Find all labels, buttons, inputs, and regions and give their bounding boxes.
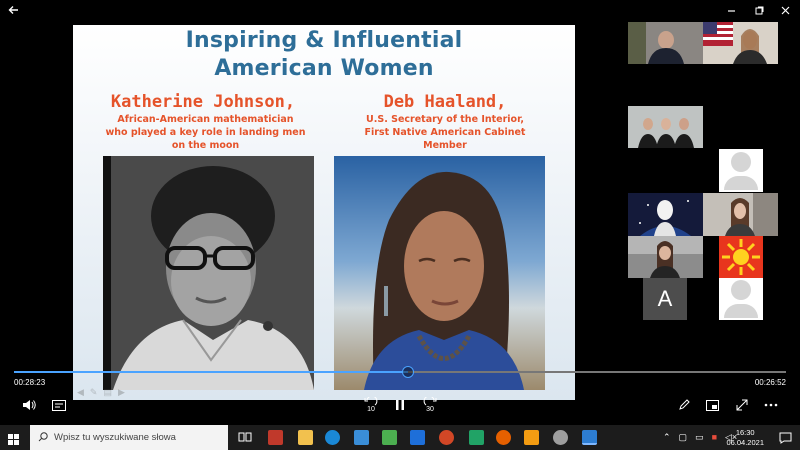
taskbar-search-box[interactable]: Wpisz tu wyszukiwane słowa	[30, 425, 228, 450]
total-duration: 00:26:52	[754, 378, 786, 387]
app-icon-orange[interactable]	[524, 430, 539, 445]
right-desc-line2: First Native American Cabinet	[364, 127, 526, 138]
app-tray-icon[interactable]: ■	[712, 432, 717, 443]
powerpoint-icon[interactable]	[439, 430, 454, 445]
right-person-description: U.S. Secretary of the Interior, First Na…	[335, 113, 555, 152]
windows-start-icon[interactable]	[8, 432, 19, 450]
next-slide-icon[interactable]: ▶	[118, 387, 125, 397]
clock[interactable]: 16:30 06.04.2021	[726, 428, 764, 448]
minimize-icon[interactable]	[722, 2, 740, 18]
seek-bar-thumb[interactable]	[401, 366, 414, 378]
pause-button[interactable]	[392, 396, 408, 414]
close-icon[interactable]	[776, 2, 794, 18]
participant-video-1[interactable]	[628, 22, 703, 64]
taskbar: Wpisz tu wyszukiwane słowa ⌃ ▢ ▭ ■ ◁× 16…	[0, 425, 800, 450]
rewind-10-button[interactable]: 10	[360, 396, 382, 414]
forward-label: 30	[426, 406, 434, 413]
right-person-name: Deb Haaland,	[383, 92, 507, 112]
captions-icon[interactable]	[50, 396, 68, 414]
prev-slide-icon[interactable]: ◀	[77, 387, 84, 397]
left-desc-line2: who played a key role in landing men	[105, 127, 306, 138]
participant-video-6[interactable]	[628, 236, 703, 278]
rewind-icon	[364, 397, 378, 406]
search-placeholder: Wpisz tu wyszukiwane słowa	[54, 432, 176, 443]
tray-chevron-icon[interactable]: ⌃	[663, 432, 671, 443]
mail-icon[interactable]	[410, 430, 425, 445]
left-person-name: Katherine Johnson,	[110, 92, 296, 112]
forward-icon	[423, 397, 437, 406]
clock-date: 06.04.2021	[726, 438, 764, 447]
slide-title-line1: Inspiring & Influential	[185, 28, 463, 53]
sun-icon	[719, 236, 763, 278]
slide-annotation-toolbar: ◀ ✎ ▤ ▶	[77, 387, 137, 397]
forward-30-button[interactable]: 30	[419, 396, 441, 414]
participant-sun-avatar[interactable]	[719, 236, 763, 278]
presentation-slide: Inspiring & Influential American Women K…	[73, 25, 575, 400]
participant-avatar-placeholder-2[interactable]	[719, 278, 763, 320]
clock-time: 16:30	[735, 428, 755, 437]
user-placeholder-icon	[731, 280, 751, 300]
seek-bar[interactable]	[14, 366, 786, 378]
user-placeholder-body	[724, 304, 758, 318]
volume-icon[interactable]	[20, 396, 38, 414]
battery-icon[interactable]: ▭	[695, 432, 704, 443]
task-view-icon[interactable]	[237, 430, 252, 445]
seek-bar-fill	[14, 371, 408, 373]
katherine-johnson-photo	[103, 156, 314, 390]
excel-icon[interactable]	[469, 430, 484, 445]
app-icon-winrar[interactable]	[268, 430, 283, 445]
participant-video-5[interactable]	[703, 193, 778, 236]
participant-avatar-placeholder-1[interactable]	[719, 149, 763, 192]
right-desc-line3: Member	[423, 140, 467, 151]
edge-browser-icon[interactable]	[325, 430, 340, 445]
back-arrow-icon[interactable]	[4, 2, 22, 18]
fullscreen-icon[interactable]	[734, 396, 750, 414]
left-desc-line3: on the moon	[171, 140, 240, 151]
search-icon	[38, 429, 48, 447]
slide-title: Inspiring & Influential American Women	[73, 27, 575, 83]
notifications-icon[interactable]	[779, 431, 792, 449]
app-icon-green[interactable]	[382, 430, 397, 445]
network-icon[interactable]: ▢	[679, 432, 688, 443]
participant-letter-avatar[interactable]: A	[643, 278, 687, 320]
app-icon-grey[interactable]	[553, 430, 568, 445]
participant-video-4[interactable]	[628, 193, 703, 236]
participant-video-3[interactable]	[628, 106, 703, 148]
rewind-label: 10	[367, 406, 375, 413]
pause-icon	[396, 400, 404, 410]
mini-view-icon[interactable]	[704, 396, 720, 414]
slides-grid-icon[interactable]: ▤	[103, 387, 112, 397]
slide-title-line2: American Women	[214, 56, 434, 81]
edit-pen-icon[interactable]	[676, 396, 692, 414]
user-placeholder-icon	[731, 151, 751, 172]
file-explorer-icon[interactable]	[298, 430, 313, 445]
left-person-description: African-American mathematician who playe…	[93, 113, 318, 152]
video-player: Inspiring & Influential American Women K…	[0, 0, 800, 425]
movies-tv-icon[interactable]	[582, 430, 597, 445]
elapsed-time: 00:28:23	[14, 378, 46, 387]
pen-icon[interactable]: ✎	[90, 387, 98, 397]
right-desc-line1: U.S. Secretary of the Interior,	[366, 114, 524, 125]
firefox-icon[interactable]	[496, 430, 511, 445]
store-icon[interactable]	[354, 430, 369, 445]
left-desc-line1: African-American mathematician	[117, 114, 294, 125]
participant-video-2[interactable]	[703, 22, 778, 64]
user-placeholder-body	[724, 175, 758, 190]
restore-icon[interactable]	[750, 2, 768, 18]
more-options-icon[interactable]	[762, 396, 780, 414]
deb-haaland-photo	[334, 156, 545, 390]
